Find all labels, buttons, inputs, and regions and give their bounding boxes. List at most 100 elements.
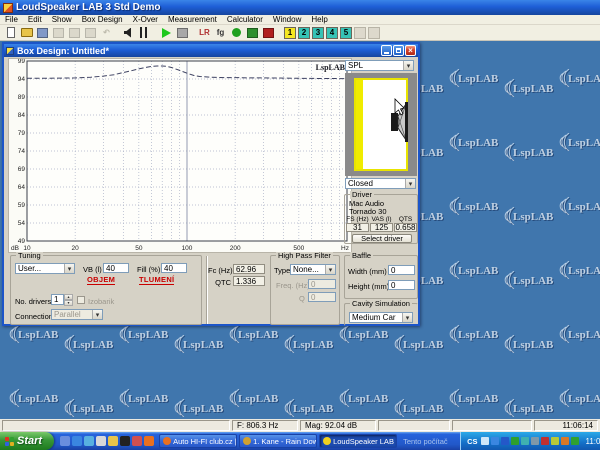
chevron-down-icon[interactable] xyxy=(64,264,74,273)
winamp-icon[interactable] xyxy=(120,436,130,446)
chevron-down-icon[interactable] xyxy=(405,179,415,188)
sync-icon[interactable] xyxy=(571,437,579,445)
close-button[interactable] xyxy=(405,45,416,56)
baffle-width-label: Width (mm) xyxy=(348,267,387,276)
svg-text:LspLAB: LspLAB xyxy=(568,393,600,405)
tray-clock[interactable]: 11:06 xyxy=(585,437,600,446)
menu-item-box-design[interactable]: Box Design xyxy=(77,15,128,24)
svg-text:LspLAB: LspLAB xyxy=(514,212,554,224)
isobaric-checkbox[interactable] xyxy=(77,296,85,304)
photo-icon[interactable] xyxy=(132,436,142,446)
task-label: 1. Kane - Rain Down... xyxy=(253,437,317,446)
copy-icon xyxy=(83,26,98,39)
start-button[interactable]: Start xyxy=(0,432,54,450)
menu-item-edit[interactable]: Edit xyxy=(23,15,47,24)
volume-icon[interactable] xyxy=(481,437,489,445)
bluetooth-icon[interactable] xyxy=(501,437,509,445)
hpf-type-select[interactable]: None... xyxy=(290,264,336,275)
language-indicator[interactable]: CS xyxy=(467,437,479,446)
select-driver-button[interactable]: Select driver xyxy=(352,234,412,243)
maximize-button[interactable] xyxy=(393,45,404,56)
svg-text:20: 20 xyxy=(72,245,80,252)
svg-text:LspLAB: LspLAB xyxy=(513,147,554,159)
mixer-icon[interactable] xyxy=(137,26,152,39)
enclosure-type-select[interactable]: Closed xyxy=(345,178,416,189)
view-button-4[interactable]: 4 xyxy=(326,27,338,39)
battery-icon[interactable] xyxy=(551,437,559,445)
baffle-width-input[interactable]: 0 xyxy=(388,265,415,275)
svg-text:LspLAB: LspLAB xyxy=(568,201,600,213)
save-icon[interactable] xyxy=(35,26,50,39)
task-button[interactable]: Tento počítač xyxy=(399,434,459,448)
menu-item-x-over[interactable]: X-Over xyxy=(128,15,163,24)
desktop-watermark: LspLABLspLAB xyxy=(280,335,334,353)
new-icon[interactable] xyxy=(3,26,18,39)
svg-text:LspLAB: LspLAB xyxy=(568,137,600,149)
svg-text:LspLAB: LspLAB xyxy=(18,329,59,341)
box-design-titlebar[interactable]: Box Design: Untitled* xyxy=(4,44,418,57)
menu-item-calculator[interactable]: Calculator xyxy=(222,15,268,24)
drivers-stepper[interactable]: 1 xyxy=(51,294,73,305)
open-icon[interactable] xyxy=(19,26,34,39)
svg-text:LspLAB: LspLAB xyxy=(513,275,554,287)
messenger-icon[interactable] xyxy=(521,437,529,445)
task-button[interactable]: LoudSpeaker LAB 3 S... xyxy=(319,434,397,448)
record-icon[interactable] xyxy=(229,26,244,39)
media-player-icon[interactable] xyxy=(84,436,94,446)
display-icon[interactable] xyxy=(531,437,539,445)
baffle-height-input[interactable]: 0 xyxy=(388,280,415,290)
firefox-icon[interactable] xyxy=(144,436,154,446)
mute-icon[interactable] xyxy=(121,26,136,39)
view-button-3[interactable]: 3 xyxy=(312,27,324,39)
desktop-watermark: LspLABLspLAB xyxy=(390,399,444,417)
fill-input[interactable]: 40 xyxy=(161,263,187,273)
menu-item-show[interactable]: Show xyxy=(47,15,77,24)
chevron-down-icon[interactable] xyxy=(402,313,412,322)
play-icon[interactable] xyxy=(159,26,174,39)
shield-icon[interactable] xyxy=(511,437,519,445)
mail-icon[interactable] xyxy=(96,436,106,446)
main-window-titlebar[interactable]: LoudSpeaker LAB 3 Std Demo xyxy=(0,0,600,15)
level-meter-icon[interactable] xyxy=(245,26,260,39)
ie-icon[interactable] xyxy=(72,436,82,446)
vb-input[interactable]: 40 xyxy=(103,263,129,273)
menu-item-measurement[interactable]: Measurement xyxy=(163,15,222,24)
svg-text:LspLAB: LspLAB xyxy=(513,211,554,223)
media-tray-icon[interactable] xyxy=(561,437,569,445)
signal-icon[interactable] xyxy=(261,26,276,39)
enclosure-preview[interactable] xyxy=(345,73,417,176)
task-button[interactable]: Auto HI-FI club.cz | ... xyxy=(159,434,237,448)
tuning-mode-select[interactable]: User... xyxy=(15,263,75,274)
svg-text:LspLAB: LspLAB xyxy=(19,330,59,342)
chevron-down-icon[interactable] xyxy=(403,61,413,70)
svg-text:LspLAB: LspLAB xyxy=(19,394,59,406)
view-button-1[interactable]: 1 xyxy=(284,27,296,39)
menu-item-file[interactable]: File xyxy=(0,15,23,24)
stop-icon[interactable] xyxy=(175,26,190,39)
minimize-button[interactable] xyxy=(381,45,392,56)
chevron-down-icon[interactable] xyxy=(325,265,335,274)
spl-chart[interactable]: 9994898479746964595449102050100200500Hzd… xyxy=(8,58,352,253)
task-button[interactable]: 1. Kane - Rain Down... xyxy=(239,434,317,448)
svg-text:LspLAB: LspLAB xyxy=(349,330,389,342)
view-button-2[interactable]: 2 xyxy=(298,27,310,39)
alert-icon[interactable] xyxy=(541,437,549,445)
svg-text:LspLAB: LspLAB xyxy=(458,265,499,277)
menu-item-window[interactable]: Window xyxy=(268,15,306,24)
view-button-5[interactable]: 5 xyxy=(340,27,352,39)
menu-item-help[interactable]: Help xyxy=(306,15,332,24)
task-label: Auto HI-FI club.cz | ... xyxy=(173,437,237,446)
graph-type-select[interactable]: SPL xyxy=(345,60,414,71)
network-icon[interactable] xyxy=(491,437,499,445)
qtc-value: 1.336 xyxy=(233,276,265,286)
svg-text:LspLAB: LspLAB xyxy=(294,404,334,416)
folder-icon[interactable] xyxy=(108,436,118,446)
lr-analysis-icon[interactable]: LR xyxy=(197,26,212,39)
fg-icon[interactable]: fg xyxy=(213,26,228,39)
baffle-height-label: Height (mm) xyxy=(348,282,389,291)
spin-down-icon[interactable] xyxy=(64,300,73,306)
show-desktop-icon[interactable] xyxy=(60,436,70,446)
drivers-label: No. drivers xyxy=(15,297,51,306)
screen: LoudSpeaker LAB 3 Std Demo FileEditShowB… xyxy=(0,0,600,450)
cavity-select[interactable]: Medium Car xyxy=(349,312,413,323)
